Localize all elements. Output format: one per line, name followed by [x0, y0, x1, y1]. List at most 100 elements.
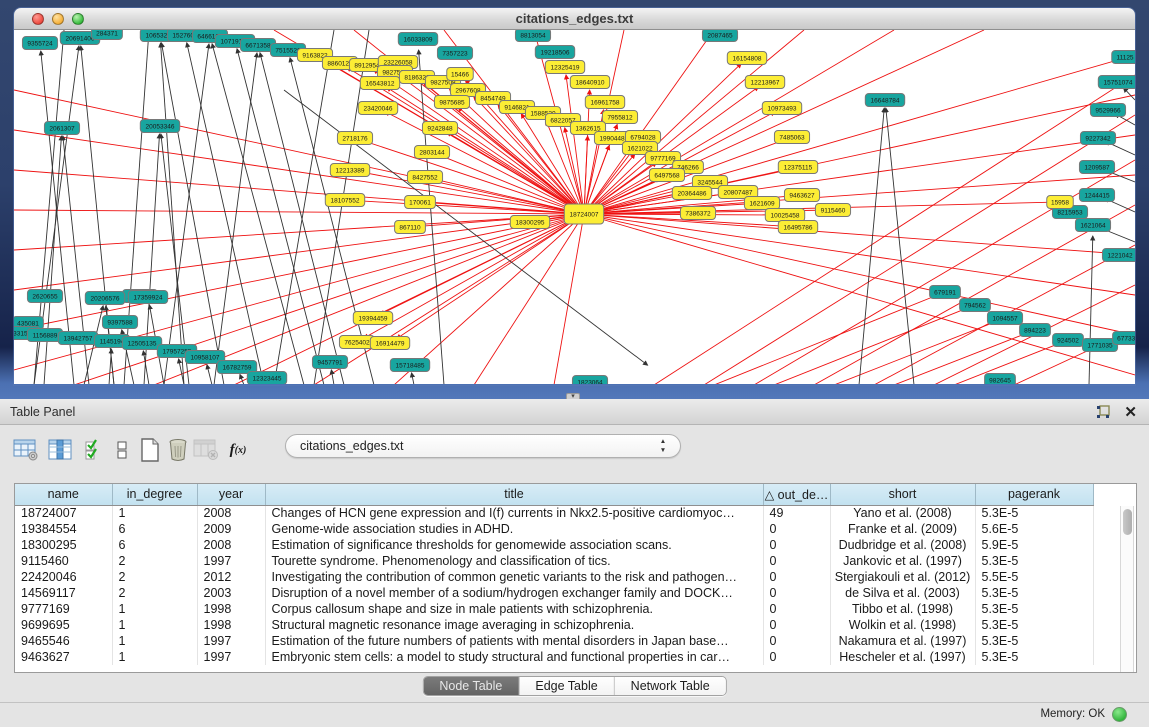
graph-node[interactable]: 19394459 — [353, 312, 392, 325]
window-titlebar[interactable]: citations_edges.txt — [14, 8, 1135, 30]
cell-short[interactable]: Tibbo et al. (1998) — [830, 601, 975, 617]
graph-node[interactable]: 15466 — [447, 68, 474, 81]
tab-edge-table[interactable]: Edge Table — [519, 677, 614, 695]
graph-node[interactable]: 16495786 — [778, 221, 817, 234]
cell-in_degree[interactable]: 1 — [112, 505, 197, 521]
graph-node[interactable]: 18300295 — [510, 216, 549, 229]
cell-year[interactable]: 2003 — [197, 585, 265, 601]
graph-node[interactable]: 2061307 — [44, 122, 79, 135]
cell-short[interactable]: Dudbridge et al. (2008) — [830, 537, 975, 553]
graph-node[interactable]: 1823064 — [572, 376, 607, 385]
delete-columns-icon[interactable] — [164, 433, 192, 467]
graph-node[interactable]: 20053346 — [140, 120, 179, 133]
graph-node[interactable]: 1621609 — [744, 197, 779, 210]
graph-node[interactable]: 1244415 — [1079, 189, 1114, 202]
graph-node[interactable]: 16154808 — [727, 52, 766, 65]
cell-out_degree[interactable]: 49 — [763, 505, 830, 521]
table-row[interactable]: 946362711997Embryonic stem cells: a mode… — [15, 649, 1093, 665]
graph-node[interactable]: 12213967 — [745, 76, 784, 89]
graph-node[interactable]: 13942757 — [58, 332, 97, 345]
network-table-select[interactable]: citations_edges.txt ▲▼ — [285, 434, 681, 458]
cell-in_degree[interactable]: 1 — [112, 617, 197, 633]
graph-node[interactable]: 794562 — [960, 299, 991, 312]
graph-node[interactable]: 1209587 — [1079, 161, 1114, 174]
cell-short[interactable]: Jankovic et al. (1997) — [830, 553, 975, 569]
graph-node[interactable]: 867110 — [395, 221, 426, 234]
float-panel-icon[interactable] — [1095, 404, 1111, 420]
cell-year[interactable]: 2008 — [197, 537, 265, 553]
graph-node[interactable]: 16914479 — [370, 337, 409, 350]
cell-short[interactable]: Nakamura et al. (1997) — [830, 633, 975, 649]
graph-node[interactable]: 9457791 — [312, 356, 347, 369]
cell-title[interactable]: Changes of HCN gene expression and I(f) … — [265, 505, 763, 521]
graph-node[interactable]: 12375115 — [778, 161, 817, 174]
table-row[interactable]: 946554611997Estimation of the future num… — [15, 633, 1093, 649]
cell-short[interactable]: de Silva et al. (2003) — [830, 585, 975, 601]
graph-node[interactable]: 15718485 — [390, 359, 429, 372]
create-column-icon[interactable] — [136, 433, 164, 467]
column-header-out_degree[interactable]: △ out_de… — [763, 484, 830, 505]
graph-node[interactable]: 15751074 — [1098, 76, 1135, 89]
graph-node[interactable]: 15958 — [1047, 196, 1074, 209]
cell-out_degree[interactable]: 0 — [763, 601, 830, 617]
graph-node[interactable]: 982645 — [985, 374, 1016, 385]
cell-short[interactable]: Stergiakouli et al. (2012) — [830, 569, 975, 585]
column-header-short[interactable]: short — [830, 484, 975, 505]
cell-pagerank[interactable]: 5.3E-5 — [975, 633, 1093, 649]
graph-node[interactable]: 18640910 — [570, 76, 609, 89]
graph-node[interactable]: 12323445 — [247, 372, 286, 385]
tab-node-table[interactable]: Node Table — [423, 677, 519, 695]
cell-in_degree[interactable]: 1 — [112, 601, 197, 617]
graph-node[interactable]: 23420046 — [358, 102, 397, 115]
cell-out_degree[interactable]: 0 — [763, 585, 830, 601]
cell-year[interactable]: 2009 — [197, 521, 265, 537]
vertical-scrollbar[interactable] — [1120, 506, 1134, 672]
show-columns-icon[interactable] — [46, 433, 74, 467]
cell-pagerank[interactable]: 5.3E-5 — [975, 617, 1093, 633]
scrollbar-thumb[interactable] — [1123, 509, 1132, 535]
memory-ok-indicator[interactable] — [1112, 707, 1127, 722]
cell-title[interactable]: Estimation of the future numbers of pati… — [265, 633, 763, 649]
graph-node[interactable]: 8427552 — [407, 171, 442, 184]
graph-node[interactable]: 170061 — [405, 196, 436, 209]
cell-title[interactable]: Embryonic stem cells: a model to study s… — [265, 649, 763, 665]
cell-in_degree[interactable]: 2 — [112, 569, 197, 585]
cell-title[interactable]: Structural magnetic resonance image aver… — [265, 617, 763, 633]
graph-node[interactable]: 2803144 — [414, 146, 449, 159]
graph-node[interactable]: 20364486 — [672, 187, 711, 200]
cell-out_degree[interactable]: 0 — [763, 553, 830, 569]
column-header-year[interactable]: year — [197, 484, 265, 505]
cell-short[interactable]: Yano et al. (2008) — [830, 505, 975, 521]
graph-node[interactable]: 9355724 — [22, 37, 57, 50]
graph-node[interactable]: 9115460 — [815, 204, 850, 217]
cell-name[interactable]: 18724007 — [15, 505, 112, 521]
graph-node[interactable]: 2087465 — [702, 30, 737, 42]
table-row[interactable]: 969969511998Structural magnetic resonanc… — [15, 617, 1093, 633]
graph-node[interactable]: 9463627 — [784, 189, 819, 202]
cell-name[interactable]: 9463627 — [15, 649, 112, 665]
graph-node[interactable]: 16648784 — [865, 94, 904, 107]
cell-title[interactable]: Tourette syndrome. Phenomenology and cla… — [265, 553, 763, 569]
graph-node[interactable]: 10025458 — [765, 209, 804, 222]
graph-node[interactable]: 20206576 — [85, 292, 124, 305]
graph-node[interactable]: 7386372 — [680, 207, 715, 220]
select-all-columns-icon[interactable] — [80, 433, 108, 467]
graph-node[interactable]: 2718176 — [337, 132, 372, 145]
graph-node[interactable]: 12325419 — [545, 61, 584, 74]
network-view-window[interactable]: citations_edges.txt 16033809735722388130… — [14, 8, 1135, 385]
cell-in_degree[interactable]: 2 — [112, 585, 197, 601]
graph-node[interactable]: 1094557 — [987, 312, 1022, 325]
cell-title[interactable]: Estimation of significance thresholds fo… — [265, 537, 763, 553]
cell-pagerank[interactable]: 5.6E-5 — [975, 521, 1093, 537]
column-header-title[interactable]: title — [265, 484, 763, 505]
cell-year[interactable]: 1997 — [197, 633, 265, 649]
graph-node[interactable]: 894223 — [1020, 324, 1051, 337]
cell-name[interactable]: 18300295 — [15, 537, 112, 553]
cell-title[interactable]: Corpus callosum shape and size in male p… — [265, 601, 763, 617]
table-row[interactable]: 1938455462009Genome-wide association stu… — [15, 521, 1093, 537]
node-table[interactable]: namein_degreeyeartitle△ out_de…shortpage… — [14, 483, 1137, 673]
cell-pagerank[interactable]: 5.5E-5 — [975, 569, 1093, 585]
cell-out_degree[interactable]: 0 — [763, 569, 830, 585]
column-header-name[interactable]: name — [15, 484, 112, 505]
table-row[interactable]: 1872400712008Changes of HCN gene express… — [15, 505, 1093, 521]
